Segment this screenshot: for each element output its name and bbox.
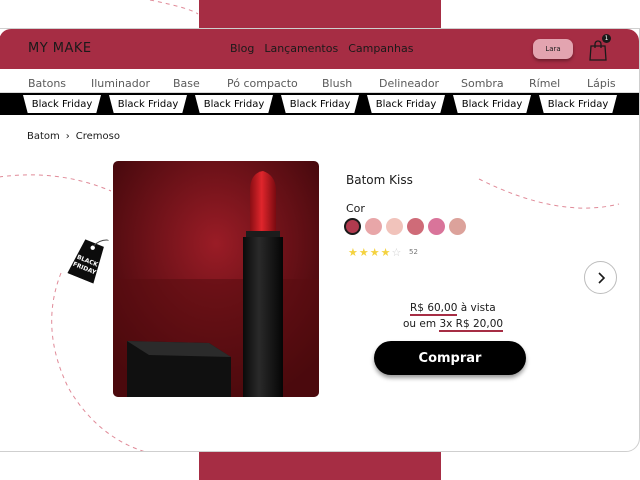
decorative-dashed-arcs [0, 174, 620, 451]
product-page-card: MY MAKE Blog Lançamentos Campanhas Lara … [0, 28, 640, 452]
